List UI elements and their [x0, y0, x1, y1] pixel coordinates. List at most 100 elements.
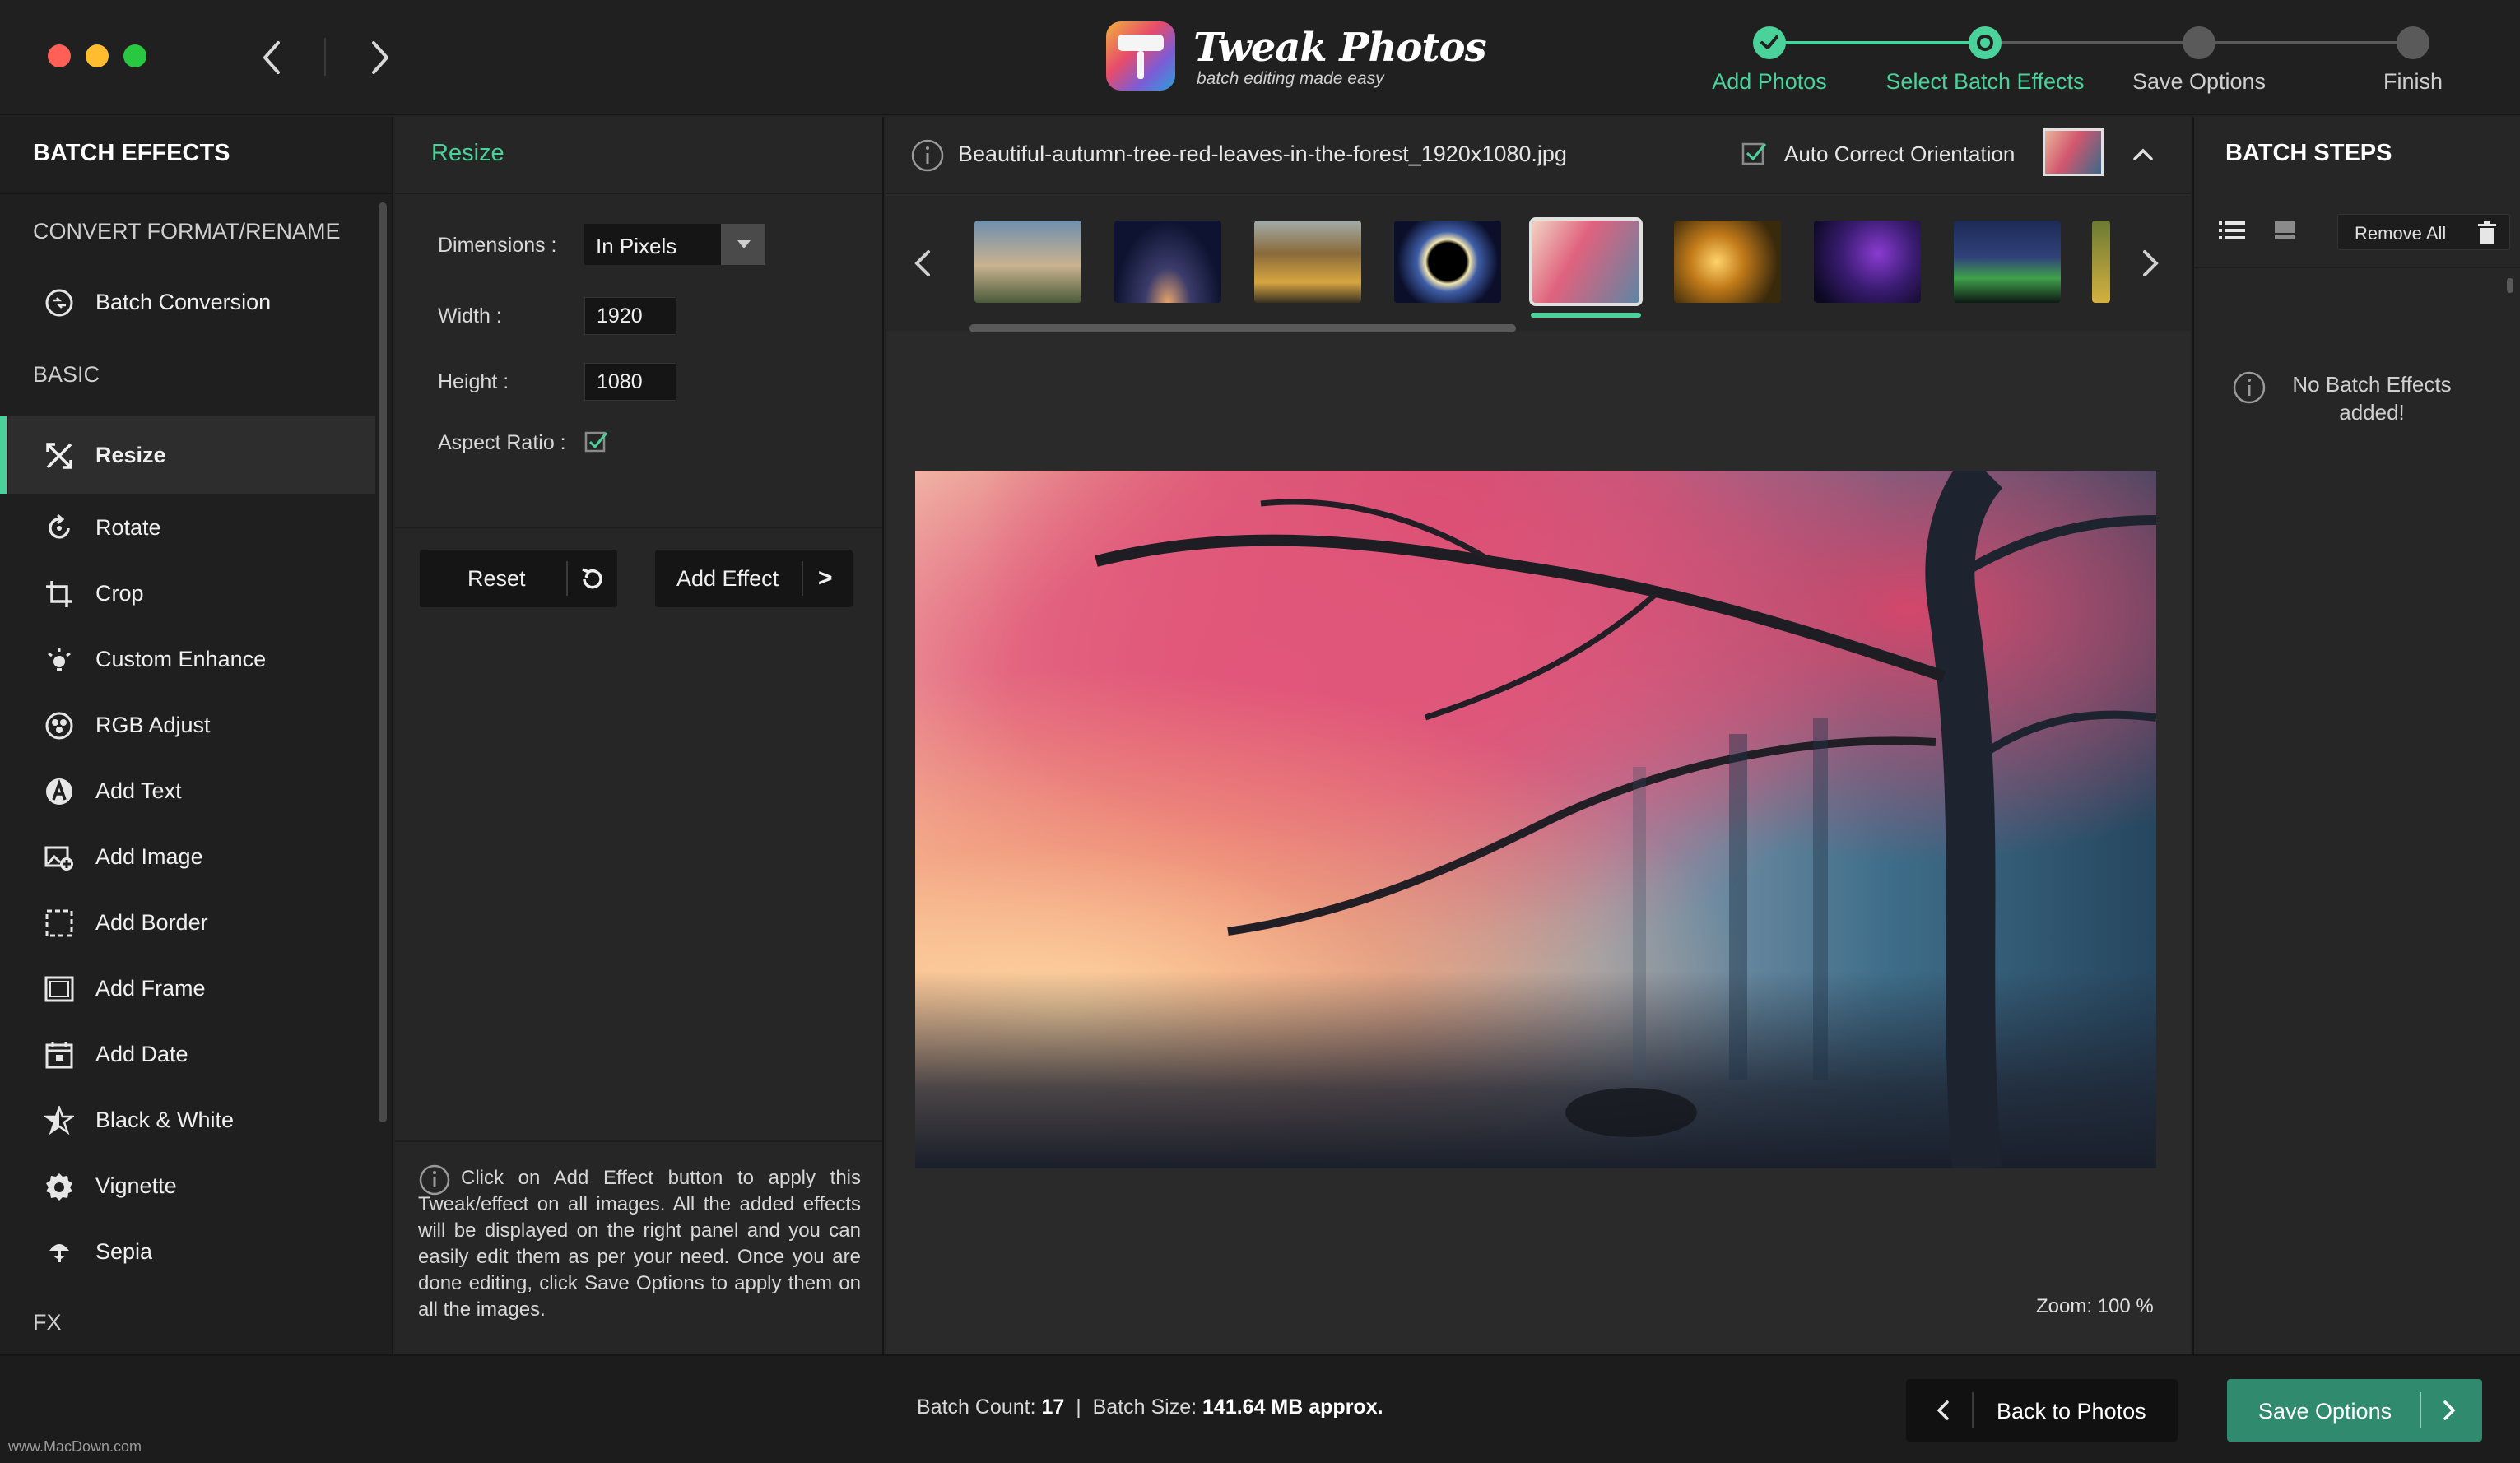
convert-icon: [44, 288, 74, 318]
sidebar-item-label: Batch Conversion: [95, 290, 272, 314]
enhance-icon: [44, 645, 74, 675]
thumbnail[interactable]: [1254, 221, 1361, 303]
batch-steps-scrollbar[interactable]: [2507, 278, 2513, 293]
preview-header: Beautiful-autumn-tree-red-leaves-in-the-…: [886, 117, 2191, 194]
sidebar-item-label: Vignette: [95, 1173, 177, 1198]
thumbnail[interactable]: [1814, 221, 1921, 303]
brand-name: Tweak Photos: [1193, 25, 1487, 71]
step-label-add-photos[interactable]: Add Photos: [1662, 69, 1876, 95]
border-icon: [44, 908, 74, 938]
bottom-bar: Batch Count: 17 | Batch Size: 141.64 MB …: [0, 1354, 2520, 1463]
thumbnail[interactable]: [1674, 221, 1781, 303]
empty-batch-message: No Batch Effects added!: [2292, 372, 2452, 425]
chevron-right-icon: >: [818, 564, 833, 592]
sidebar-item-label: Resize: [95, 443, 166, 467]
sidebar-item-label: Crop: [95, 581, 144, 606]
settings-header: Resize: [395, 117, 882, 194]
thumbnail[interactable]: [1394, 221, 1501, 303]
section-basic-label: BASIC: [33, 362, 100, 387]
step-finish-dot[interactable]: [2397, 26, 2429, 59]
back-arrow-icon[interactable]: [252, 33, 293, 82]
frame-icon: [44, 974, 74, 1004]
step-label-select-effects[interactable]: Select Batch Effects: [1878, 69, 2092, 95]
batch-count-label: Batch Count:: [917, 1396, 1036, 1419]
sidebar-item-label: RGB Adjust: [95, 713, 211, 737]
sidebar-item-batch-conversion[interactable]: Batch Conversion: [8, 263, 375, 341]
watermark: www.MacDown.com: [8, 1438, 142, 1455]
list-view-icon[interactable]: [2215, 214, 2248, 247]
dimensions-value: In Pixels: [596, 234, 677, 258]
batch-separator: |: [1076, 1396, 1081, 1419]
strip-next-arrow-icon[interactable]: [2133, 239, 2166, 288]
width-input[interactable]: 1920: [584, 297, 676, 335]
strip-prev-arrow-icon[interactable]: [907, 239, 940, 288]
aspect-ratio-checkbox[interactable]: [584, 430, 609, 454]
current-filename: Beautiful-autumn-tree-red-leaves-in-the-…: [958, 142, 1567, 166]
step-save-options-dot[interactable]: [2183, 26, 2215, 59]
remove-all-button[interactable]: Remove All: [2337, 214, 2510, 250]
zoom-window-button[interactable]: [123, 44, 146, 67]
chevron-up-icon[interactable]: [2128, 140, 2158, 170]
sidebar-item-resize[interactable]: Resize: [0, 416, 375, 494]
chevron-down-icon[interactable]: [721, 224, 765, 265]
add-effect-button[interactable]: Add Effect >: [655, 550, 853, 607]
back-to-photos-button[interactable]: Back to Photos: [1906, 1379, 2178, 1442]
thumbnail-scrollbar[interactable]: [969, 324, 1516, 332]
reset-icon: [578, 564, 607, 594]
thumbnail[interactable]: [1954, 221, 2061, 303]
thumbnail[interactable]: [974, 221, 1081, 303]
save-options-label: Save Options: [2258, 1399, 2392, 1424]
sidebar-item-label: Add Image: [95, 844, 203, 869]
bw-icon: [43, 1104, 76, 1136]
resize-icon: [44, 441, 74, 471]
reset-button[interactable]: Reset: [420, 550, 617, 607]
settings-divider: [395, 527, 882, 528]
step-label-save-options[interactable]: Save Options: [2092, 69, 2306, 95]
back-to-photos-label: Back to Photos: [1997, 1399, 2146, 1424]
minimize-window-button[interactable]: [86, 44, 109, 67]
selected-thumbnail-indicator: [1531, 313, 1641, 318]
dimensions-select[interactable]: In Pixels: [584, 224, 765, 265]
trash-icon: [2478, 221, 2496, 244]
settings-title: Resize: [431, 140, 504, 166]
batch-steps-header: BATCH STEPS: [2194, 117, 2520, 194]
thumbnail[interactable]: [1114, 221, 1221, 303]
tree-branches-graphic: [1095, 471, 2156, 1168]
mini-preview-thumbnail[interactable]: [2043, 128, 2104, 176]
auto-correct-checkbox[interactable]: [1741, 140, 1768, 166]
step-select-effects-dot[interactable]: [1969, 26, 2002, 59]
aspect-ratio-label: Aspect Ratio :: [438, 431, 566, 454]
step-add-photos-dot[interactable]: [1753, 26, 1786, 59]
sidebar-item-label: Custom Enhance: [95, 647, 267, 671]
zoom-level: Zoom: 100 %: [2036, 1295, 2154, 1317]
sidebar-item-sepia[interactable]: Sepia: [8, 1213, 375, 1290]
sidebar-item-label: Add Border: [95, 910, 208, 935]
chevron-right-icon: [2443, 1400, 2456, 1420]
thumbnail[interactable]: [2092, 221, 2110, 303]
batch-effects-sidebar: BATCH EFFECTS CONVERT FORMAT/RENAME Batc…: [0, 117, 393, 1354]
step-label-finish[interactable]: Finish: [2306, 69, 2520, 95]
preview-area: Beautiful-autumn-tree-red-leaves-in-the-…: [886, 117, 2191, 1354]
height-input[interactable]: 1080: [584, 363, 676, 401]
thumbnail-selected[interactable]: [1529, 217, 1643, 306]
batch-size-label: Batch Size:: [1092, 1396, 1197, 1419]
sidebar-item-label: Add Text: [95, 778, 182, 803]
info-icon[interactable]: [910, 138, 945, 173]
brand-tagline: batch editing made easy: [1197, 69, 1384, 88]
close-window-button[interactable]: [48, 44, 71, 67]
chevron-left-icon: [1936, 1400, 1949, 1420]
forward-arrow-icon[interactable]: [359, 33, 400, 82]
text-icon: [44, 777, 74, 806]
save-options-button[interactable]: Save Options: [2227, 1379, 2482, 1442]
crop-icon: [44, 579, 74, 609]
image-preview[interactable]: [915, 471, 2156, 1168]
section-convert-label: CONVERT FORMAT/RENAME: [33, 219, 341, 244]
sidebar-scrollbar[interactable]: [379, 202, 387, 1122]
check-icon: [1760, 35, 1778, 49]
batch-steps-title: BATCH STEPS: [2225, 140, 2392, 166]
grid-view-icon[interactable]: [2268, 214, 2301, 247]
image-icon: [44, 843, 74, 872]
dimensions-label: Dimensions :: [438, 234, 557, 257]
auto-correct-label: Auto Correct Orientation: [1784, 142, 2016, 166]
hint-text: Click on Add Effect button to apply this…: [418, 1167, 861, 1321]
